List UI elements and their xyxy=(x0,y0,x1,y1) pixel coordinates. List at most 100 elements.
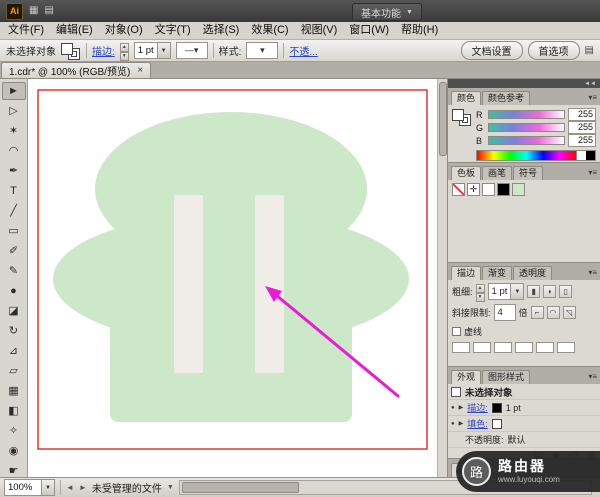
dashed-line-checkbox[interactable] xyxy=(452,327,461,336)
scale-tool[interactable]: ⊿ xyxy=(2,342,26,360)
status-menu-icon[interactable]: ▼ xyxy=(167,477,174,497)
weight-combo[interactable]: 1 pt ▼ xyxy=(488,283,525,300)
menu-effect[interactable]: 效果(C) xyxy=(245,22,294,39)
zoom-combo[interactable]: 100% ▼ xyxy=(4,479,55,496)
menu-object[interactable]: 对象(O) xyxy=(99,22,149,39)
expand-icon[interactable]: ▶ xyxy=(459,404,464,411)
color-spectrum-bar[interactable] xyxy=(476,150,596,161)
tab-graphic-styles[interactable]: 图形样式 xyxy=(482,370,530,384)
direct-selection-tool[interactable]: ▷ xyxy=(2,102,26,120)
eraser-tool[interactable]: ◪ xyxy=(2,302,26,320)
panel-options-icon[interactable]: ▤ xyxy=(585,40,594,62)
fill-swatch[interactable] xyxy=(61,43,73,55)
menu-type[interactable]: 文字(T) xyxy=(149,22,197,39)
preferences-button[interactable]: 首选项 xyxy=(528,41,580,60)
style-dropdown[interactable]: ▾ xyxy=(246,42,278,59)
g-value[interactable]: 255 xyxy=(568,121,596,134)
black-swatch[interactable] xyxy=(586,151,595,160)
chevron-down-icon[interactable]: ▼ xyxy=(41,480,54,495)
workspace-switcher[interactable]: 基本功能 ▼ xyxy=(352,3,422,21)
close-icon[interactable]: × xyxy=(137,66,143,76)
round-cap-button[interactable]: ◗ xyxy=(543,285,556,298)
miter-input[interactable]: 4 xyxy=(494,304,516,321)
line-segment-tool[interactable]: ╱ xyxy=(2,202,26,220)
fill-color-swatch[interactable] xyxy=(492,419,502,429)
stroke-color-swatch[interactable] xyxy=(492,403,502,413)
tab-brushes[interactable]: 画笔 xyxy=(482,166,512,180)
b-slider[interactable] xyxy=(488,136,565,145)
blend-tool[interactable]: ◉ xyxy=(2,442,26,460)
document-setup-button[interactable]: 文档设置 xyxy=(461,41,523,60)
fill-swatch[interactable] xyxy=(452,109,464,121)
document-tab[interactable]: 1.cdr* @ 100% (RGB/预览) × xyxy=(1,62,151,78)
selection-tool[interactable]: ► xyxy=(2,82,26,100)
g-slider[interactable] xyxy=(488,123,565,132)
tab-symbols[interactable]: 符号 xyxy=(513,166,543,180)
menu-help[interactable]: 帮助(H) xyxy=(395,22,444,39)
tab-gradient[interactable]: 渐变 xyxy=(482,266,512,280)
tab-swatches[interactable]: 色板 xyxy=(451,166,481,180)
artboard-nav-next-icon[interactable]: ► xyxy=(79,477,87,497)
appearance-row-stroke[interactable]: ● ▶ 描边: 1 pt xyxy=(448,400,600,416)
panel-menu-icon[interactable]: ▾≡ xyxy=(588,372,597,381)
vertical-scrollbar[interactable] xyxy=(437,79,447,477)
menu-view[interactable]: 视图(V) xyxy=(295,22,344,39)
blob-brush-tool[interactable]: ● xyxy=(2,282,26,300)
brush-definition-dropdown[interactable]: —▾ xyxy=(176,42,208,59)
menu-window[interactable]: 窗口(W) xyxy=(343,22,395,39)
pen-tool[interactable]: ✒ xyxy=(2,162,26,180)
fill-stroke-indicator[interactable] xyxy=(452,108,472,126)
paintbrush-tool[interactable]: ✐ xyxy=(2,242,26,260)
tab-color[interactable]: 颜色 xyxy=(451,91,481,105)
spectrum-gradient[interactable] xyxy=(477,151,576,160)
swatch-green[interactable] xyxy=(512,183,525,196)
r-value[interactable]: 255 xyxy=(568,108,596,121)
swatch-none[interactable] xyxy=(452,183,465,196)
magic-wand-tool[interactable]: ✶ xyxy=(2,122,26,140)
swatch-white[interactable] xyxy=(482,183,495,196)
round-join-button[interactable]: ◠ xyxy=(547,306,560,319)
artboard-nav-prev-icon[interactable]: ◄ xyxy=(66,477,74,497)
menu-file[interactable]: 文件(F) xyxy=(2,22,50,39)
mesh-tool[interactable]: ▦ xyxy=(2,382,26,400)
chevron-down-icon[interactable]: ▼ xyxy=(510,284,523,299)
gap-input[interactable] xyxy=(473,342,491,353)
gap-input[interactable] xyxy=(515,342,533,353)
appearance-row-header[interactable]: 未选择对象 xyxy=(448,384,600,400)
tab-transparency[interactable]: 透明度 xyxy=(513,266,552,280)
chevron-down-icon[interactable]: ▼ xyxy=(157,43,170,58)
panel-menu-icon[interactable]: ▾≡ xyxy=(588,268,597,277)
appearance-row-fill[interactable]: ● ▶ 填色: xyxy=(448,416,600,432)
r-slider[interactable] xyxy=(488,110,565,119)
stroke-panel-link[interactable]: 描边: xyxy=(92,43,115,58)
lasso-tool[interactable]: ◠ xyxy=(2,142,26,160)
tab-stroke[interactable]: 描边 xyxy=(451,266,481,280)
fill-stroke-proxy[interactable] xyxy=(61,42,81,60)
type-tool[interactable]: T xyxy=(2,182,26,200)
panel-menu-icon[interactable]: ▾≡ xyxy=(588,168,597,177)
bevel-join-button[interactable]: ◹ xyxy=(563,306,576,319)
gradient-tool[interactable]: ◧ xyxy=(2,402,26,420)
pencil-tool[interactable]: ✎ xyxy=(2,262,26,280)
vertical-scrollbar-thumb[interactable] xyxy=(439,82,447,156)
swatch-registration[interactable]: ✛ xyxy=(467,183,480,196)
rotate-tool[interactable]: ↻ xyxy=(2,322,26,340)
dash-input[interactable] xyxy=(494,342,512,353)
stroke-weight-combo[interactable]: 1 pt ▼ xyxy=(134,42,171,59)
collapse-panels-icon[interactable]: ◄◄ xyxy=(584,81,596,87)
eyedropper-tool[interactable]: ✧ xyxy=(2,422,26,440)
miter-join-button[interactable]: ⌐ xyxy=(531,306,544,319)
projecting-cap-button[interactable]: ▯ xyxy=(559,285,572,298)
tab-appearance[interactable]: 外观 xyxy=(451,370,481,384)
free-transform-tool[interactable]: ▱ xyxy=(2,362,26,380)
visibility-icon[interactable]: ● xyxy=(451,421,455,427)
opacity-link[interactable]: 不透... xyxy=(289,43,317,58)
butt-cap-button[interactable]: ▮ xyxy=(527,285,540,298)
dash-input[interactable] xyxy=(452,342,470,353)
white-swatch[interactable] xyxy=(576,151,586,160)
menu-edit[interactable]: 编辑(E) xyxy=(50,22,99,39)
swatch-black[interactable] xyxy=(497,183,510,196)
b-value[interactable]: 255 xyxy=(568,134,596,147)
screen-mode-icon[interactable]: ▤ xyxy=(44,0,53,22)
appearance-row-opacity[interactable]: 不透明度: 默认 xyxy=(448,432,600,448)
